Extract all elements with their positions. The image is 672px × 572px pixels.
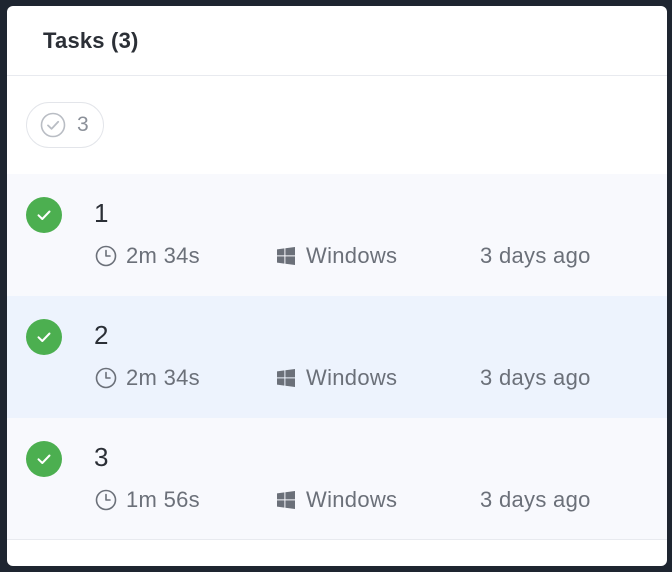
task-row[interactable]: 1 2m 34s Windows 3 days ago	[7, 174, 667, 296]
clock-icon	[94, 366, 118, 390]
clock-icon	[94, 244, 118, 268]
os-text: Windows	[306, 243, 398, 268]
os-text: Windows	[306, 487, 398, 512]
task-os: Windows	[274, 243, 397, 269]
tasks-panel: Tasks (3) 3 1 2m 34s Windows 3 days ago …	[7, 6, 667, 566]
task-duration: 2m 34s	[94, 365, 200, 391]
os-text: Windows	[306, 365, 398, 390]
filter-bar: 3	[7, 76, 667, 174]
task-timestamp: 3 days ago	[480, 487, 591, 513]
task-timestamp: 3 days ago	[480, 243, 591, 269]
completed-count: 3	[77, 113, 89, 136]
completed-check-icon	[26, 441, 62, 477]
check-circle-outline-icon	[39, 111, 67, 139]
completed-check-icon	[26, 319, 62, 355]
task-name: 3	[94, 442, 109, 472]
task-row[interactable]: 3 1m 56s Windows 3 days ago	[7, 418, 667, 540]
windows-icon	[274, 366, 298, 390]
task-timestamp: 3 days ago	[480, 365, 591, 391]
task-duration: 2m 34s	[94, 243, 200, 269]
task-duration: 1m 56s	[94, 487, 200, 513]
task-row[interactable]: 2 2m 34s Windows 3 days ago	[7, 296, 667, 418]
windows-icon	[274, 244, 298, 268]
panel-header: Tasks (3)	[7, 6, 667, 76]
completed-check-icon	[26, 197, 62, 233]
task-list: 1 2m 34s Windows 3 days ago 2 2m 34s Win…	[7, 174, 667, 540]
duration-text: 2m 34s	[126, 365, 200, 390]
windows-icon	[274, 488, 298, 512]
task-os: Windows	[274, 365, 397, 391]
timestamp-text: 3 days ago	[480, 365, 591, 390]
clock-icon	[94, 488, 118, 512]
duration-text: 2m 34s	[126, 243, 200, 268]
task-os: Windows	[274, 487, 397, 513]
panel-title: Tasks (3)	[43, 27, 139, 53]
timestamp-text: 3 days ago	[480, 243, 591, 268]
task-name: 1	[94, 198, 109, 228]
task-name: 2	[94, 320, 109, 350]
duration-text: 1m 56s	[126, 487, 200, 512]
timestamp-text: 3 days ago	[480, 487, 591, 512]
completed-filter-chip[interactable]: 3	[26, 102, 104, 148]
